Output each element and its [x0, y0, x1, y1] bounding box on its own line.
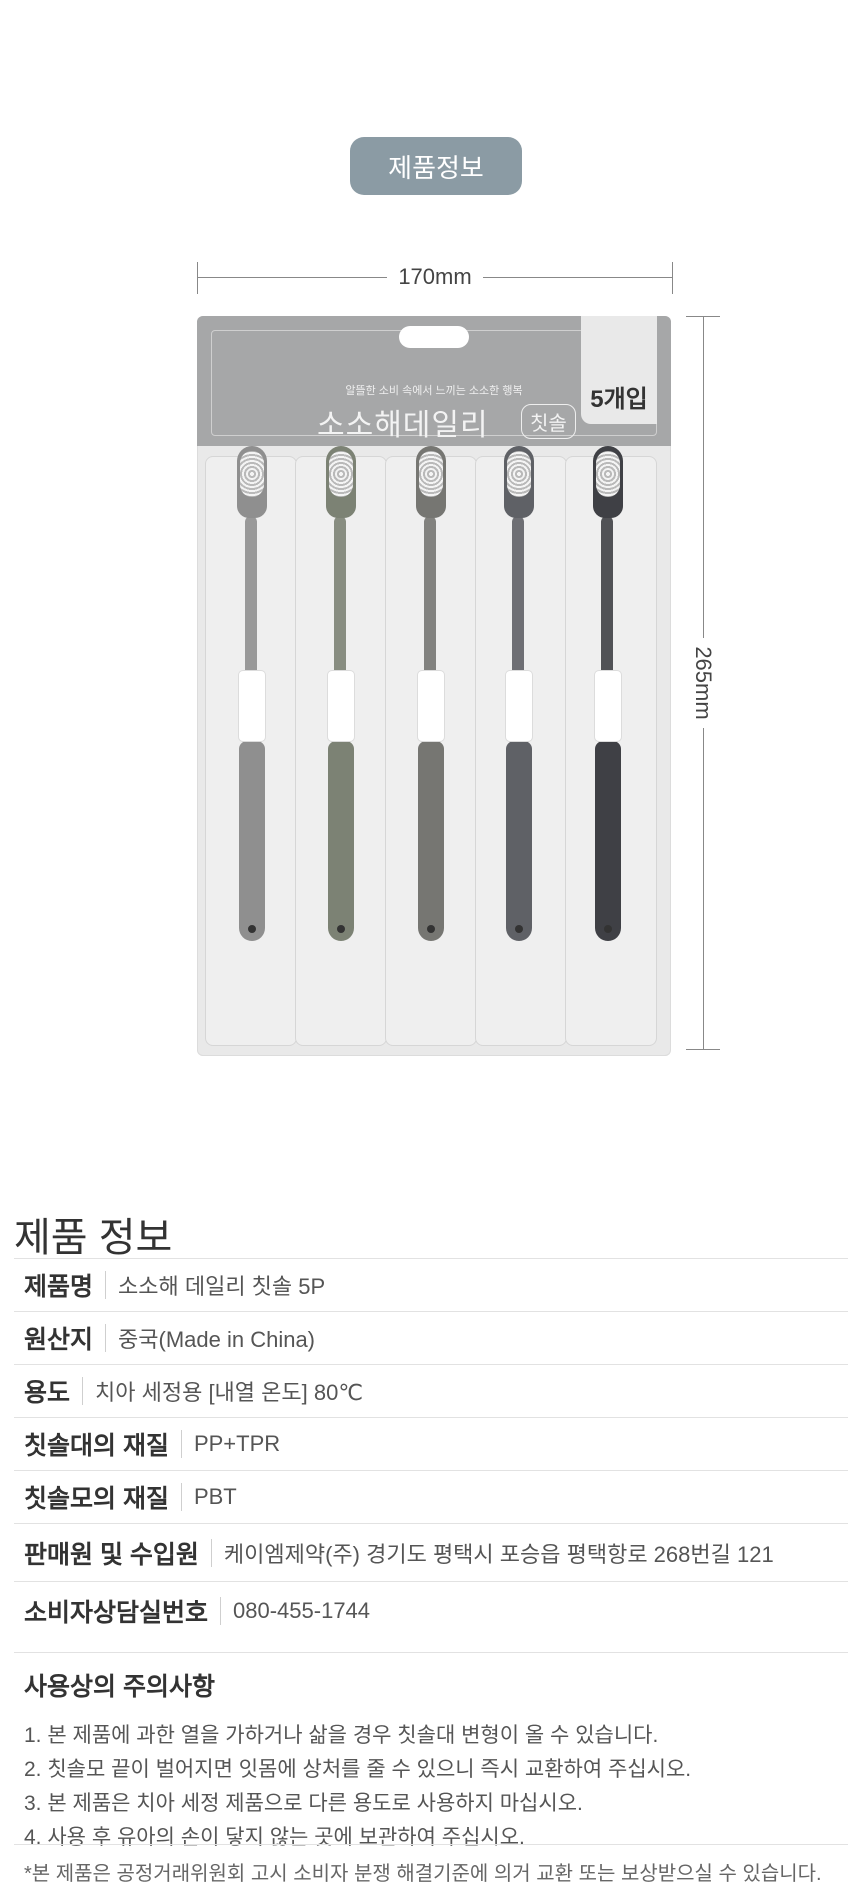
spec-value: 케이엠제약(주) 경기도 평택시 포승읍 평택항로 268번길 121 [223, 1541, 774, 1567]
spec-divider [180, 1483, 182, 1511]
height-dimension-label: 265mm [691, 646, 716, 720]
info-section-title: 제품 정보 [14, 1216, 173, 1260]
spec-key: 소비자상담실번호 [24, 1598, 209, 1627]
caution-section: 사용상의 주의사항 1. 본 제품에 과한 열을 가하거나 삶을 경우 칫솔대 … [14, 1652, 848, 1855]
toothbrush [410, 316, 450, 961]
spec-row-consumer-phone: 소비자상담실번호 080-455-1744 [14, 1581, 848, 1639]
toothbrush-handle [239, 741, 265, 941]
toothbrush-label-band [418, 671, 444, 741]
spec-row-usage: 용도 치아 세정용 [내열 온도] 80℃ [14, 1364, 848, 1417]
toothbrush-handle [506, 741, 532, 941]
caution-title: 사용상의 주의사항 [24, 1673, 215, 1701]
spec-value: PBT [193, 1484, 237, 1509]
toothbrush-neck [512, 516, 524, 676]
toothbrush [320, 316, 360, 961]
spec-key: 판매원 및 수입원 [24, 1540, 199, 1569]
toothbrush-neck [424, 516, 436, 676]
height-dimension-line-bottom [703, 728, 704, 1050]
toothbrush [498, 316, 538, 961]
toothbrush-bristles [419, 451, 443, 497]
width-dimension-label: 170mm [398, 264, 472, 289]
product-package-image: 5개입 알뜰한 소비 속에서 느끼는 소소한 행복 소소해데일리 칫솔 [197, 316, 671, 1056]
toothbrush-neck [601, 516, 613, 676]
spec-row-bristle-material: 칫솔모의 재질 PBT [14, 1470, 848, 1523]
spec-row-handle-material: 칫솔대의 재질 PP+TPR [14, 1417, 848, 1470]
spec-key: 제품명 [24, 1273, 94, 1301]
toothbrush-hang-hole [604, 925, 612, 933]
height-dimension-line-top [703, 316, 704, 638]
toothbrush-hang-hole [515, 925, 523, 933]
spec-value: 소소해 데일리 칫솔 5P [118, 1274, 326, 1299]
spec-key: 칫솔대의 재질 [24, 1432, 169, 1460]
spec-divider [180, 1430, 182, 1458]
toothbrush-neck [334, 516, 346, 676]
toothbrush-hang-hole [427, 925, 435, 933]
caution-item: 1. 본 제품에 과한 열을 가하거나 삶을 경우 칫솔대 변형이 올 수 있습… [24, 1724, 659, 1747]
spec-divider [105, 1271, 107, 1299]
spec-value: PP+TPR [193, 1431, 281, 1456]
spec-divider [105, 1324, 107, 1352]
caution-item: 3. 본 제품은 치아 세정 제품으로 다른 용도로 사용하지 마십시오. [24, 1792, 583, 1815]
toothbrush-label-band [595, 671, 621, 741]
toothbrush-handle [595, 741, 621, 941]
spec-row-product-name: 제품명 소소해 데일리 칫솔 5P [14, 1258, 848, 1311]
toothbrush [587, 316, 627, 961]
toothbrush-label-band [506, 671, 532, 741]
toothbrush [231, 316, 271, 961]
height-dimension: 265mm [686, 316, 720, 1050]
spec-divider [82, 1377, 84, 1405]
toothbrush-bristles [240, 451, 264, 497]
spec-value: 중국(Made in China) [118, 1327, 316, 1352]
spec-row-seller: 판매원 및 수입원 케이엠제약(주) 경기도 평택시 포승읍 평택항로 268번… [14, 1523, 848, 1581]
spec-key: 용도 [24, 1379, 71, 1407]
spec-divider [210, 1538, 212, 1567]
toothbrush-handle [418, 741, 444, 941]
footnote: *본 제품은 공정거래위원회 고시 소비자 분쟁 해결기준에 의거 교환 또는 … [14, 1844, 848, 1886]
caution-item: 2. 칫솔모 끝이 벌어지면 잇몸에 상처를 줄 수 있으니 즉시 교환하여 주… [24, 1758, 692, 1781]
toothbrush-hang-hole [337, 925, 345, 933]
spec-key: 원산지 [24, 1326, 94, 1354]
spec-row-origin: 원산지 중국(Made in China) [14, 1311, 848, 1364]
spec-key: 칫솔모의 재질 [24, 1485, 169, 1513]
height-dimension-tick-bottom [686, 1049, 720, 1050]
toothbrush-bristles [329, 451, 353, 497]
toothbrush-hang-hole [248, 925, 256, 933]
toothbrush-bristles [507, 451, 531, 497]
toothbrush-label-band [239, 671, 265, 741]
toothbrush-label-band [328, 671, 354, 741]
toothbrush-handle [328, 741, 354, 941]
toothbrush-bristles [596, 451, 620, 497]
width-dimension: 170mm [197, 262, 673, 294]
spec-value: 치아 세정용 [내열 온도] 80℃ [95, 1380, 364, 1405]
spec-divider [220, 1596, 222, 1625]
spec-value: 080-455-1744 [233, 1597, 371, 1623]
product-info-badge: 제품정보 [350, 137, 522, 195]
toothbrush-neck [245, 516, 257, 676]
spec-table: 제품명 소소해 데일리 칫솔 5P 원산지 중국(Made in China) … [14, 1258, 848, 1639]
